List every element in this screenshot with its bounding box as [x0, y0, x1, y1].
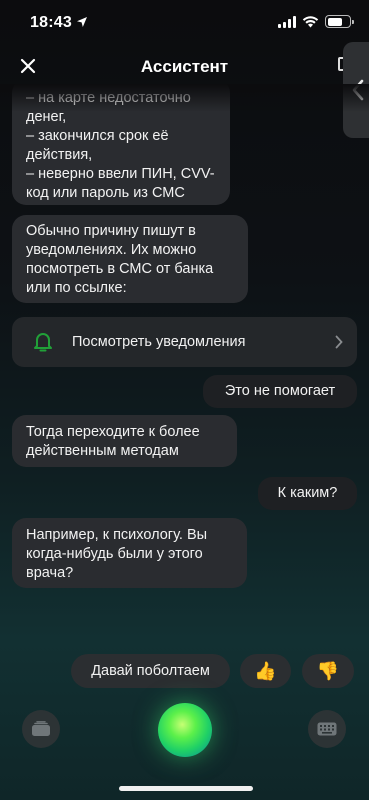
chat-messages: – на карте недостаточно денег, – закончи… — [0, 84, 369, 644]
wifi-icon — [302, 15, 319, 27]
voice-assistant-button[interactable] — [158, 703, 212, 757]
wallet-button[interactable] — [22, 710, 60, 748]
status-time: 18:43 — [30, 14, 72, 31]
page-title: Ассистент — [140, 57, 229, 76]
assistant-message: Обычно причину пишут в уведомлениях. Их … — [12, 215, 248, 303]
home-indicator[interactable] — [119, 786, 253, 791]
assistant-message: – на карте недостаточно денег, – закончи… — [12, 84, 230, 205]
bell-icon — [34, 333, 52, 352]
quick-replies: Давай поболтаем 👍 👎 — [0, 654, 369, 688]
cellular-signal-icon — [278, 15, 296, 28]
status-icons — [278, 15, 354, 28]
view-notifications-button[interactable]: Посмотреть уведомления — [12, 317, 357, 367]
thumbs-down-icon: 👎 — [316, 660, 340, 681]
thumbs-up-icon: 👍 — [254, 660, 277, 681]
nav-bar: Ассистент — [0, 50, 369, 84]
like-button[interactable]: 👍 — [240, 654, 291, 688]
keyboard-icon — [317, 722, 337, 736]
user-message: К каким? — [258, 477, 357, 510]
assistant-message: Тогда переходите к более действенным мет… — [12, 415, 237, 467]
user-message: Это не помогает — [203, 375, 357, 408]
bottom-bar — [0, 700, 369, 760]
location-arrow-icon — [77, 17, 87, 27]
status-bar: 18:43 — [0, 0, 369, 46]
dislike-button[interactable]: 👎 — [302, 654, 354, 688]
keyboard-button[interactable] — [308, 710, 346, 748]
notifications-label: Посмотреть уведомления — [72, 334, 246, 350]
wallet-icon — [32, 721, 50, 736]
lets-chat-chip[interactable]: Давай поболтаем — [71, 654, 230, 688]
assistant-message: Например, к психологу. Вы когда-нибудь б… — [12, 518, 247, 588]
chevron-right-icon — [335, 335, 343, 349]
battery-icon — [325, 15, 354, 28]
